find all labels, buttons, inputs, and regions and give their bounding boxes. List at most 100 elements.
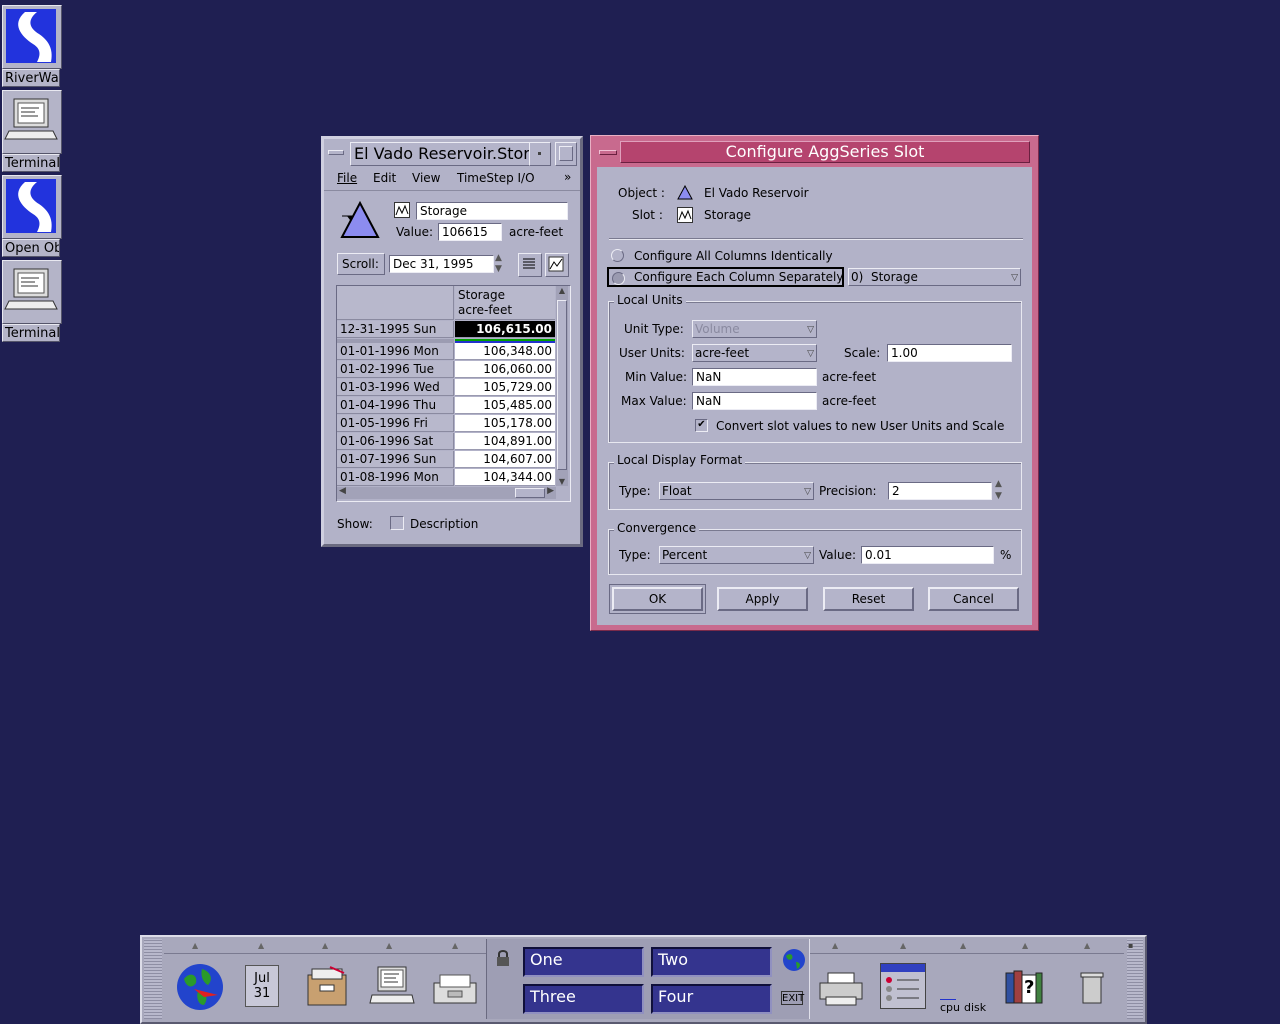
- row-value[interactable]: 104,344.00: [455, 469, 555, 486]
- menu-edit[interactable]: Edit: [373, 171, 396, 185]
- convergence-type-dropdown[interactable]: Percent ▽: [659, 546, 814, 564]
- row-value[interactable]: 104,891.00: [455, 433, 555, 450]
- dialog-window-menu-button[interactable]: [596, 141, 618, 163]
- subpanel-arrow-icon[interactable]: ▲: [960, 941, 966, 950]
- desktop-icon-terminal[interactable]: Terminal: [2, 90, 62, 174]
- subpanel-arrow-icon[interactable]: ▲: [258, 941, 264, 950]
- table-row[interactable]: 01-06-1996 Sat 104,891.00: [337, 433, 555, 451]
- max-value-field[interactable]: NaN: [692, 392, 817, 410]
- trash-icon[interactable]: [1080, 971, 1104, 1008]
- date-spinner[interactable]: ▲ ▼: [495, 253, 509, 277]
- radio-configure-all[interactable]: [611, 249, 624, 262]
- vertical-scroll-thumb[interactable]: [557, 300, 567, 470]
- file-manager-icon[interactable]: [304, 963, 350, 1012]
- convergence-value-field[interactable]: 0.01: [861, 546, 994, 564]
- row-value[interactable]: 106,348.00: [455, 343, 555, 360]
- precision-field[interactable]: 2: [888, 482, 992, 500]
- scroll-date-field[interactable]: Dec 31, 1995: [389, 255, 494, 273]
- reset-button[interactable]: Reset: [823, 587, 914, 611]
- workspace-three-button[interactable]: Three: [523, 984, 644, 1014]
- lock-icon[interactable]: [495, 949, 511, 970]
- terminal-icon[interactable]: [368, 963, 416, 1012]
- desktop-icon-terminal[interactable]: Terminal: [2, 260, 62, 344]
- panel-right-handle[interactable]: [1127, 939, 1143, 1019]
- menu-timestep-io[interactable]: TimeStep I/O: [457, 171, 535, 185]
- row-value[interactable]: 105,485.00: [455, 397, 555, 414]
- dialog-title: Configure AggSeries Slot: [725, 142, 925, 161]
- panel-left-handle[interactable]: [144, 939, 162, 1019]
- table-row[interactable]: 01-07-1996 Sun 104,607.00: [337, 451, 555, 469]
- dropdown-arrow-icon: ▽: [807, 349, 814, 359]
- menu-view[interactable]: View: [412, 171, 440, 185]
- apply-button[interactable]: Apply: [717, 587, 808, 611]
- workspace-one-button[interactable]: One: [523, 947, 644, 977]
- calendar-icon[interactable]: Jul 31: [245, 965, 279, 1007]
- description-checkbox[interactable]: [390, 516, 404, 530]
- row-value[interactable]: 104,607.00: [455, 451, 555, 468]
- convert-label: Convert slot values to new User Units an…: [716, 419, 1005, 433]
- minimize-button[interactable]: [529, 142, 551, 166]
- horizontal-scrollbar[interactable]: ◀ ▶: [337, 486, 556, 499]
- horizontal-scroll-thumb[interactable]: [515, 488, 545, 498]
- cancel-button[interactable]: Cancel: [928, 587, 1019, 611]
- subpanel-arrow-icon[interactable]: ▲: [900, 941, 906, 950]
- menu-file[interactable]: File: [337, 171, 357, 185]
- radio-configure-each[interactable]: [612, 272, 625, 285]
- format-type-dropdown[interactable]: Float ▽: [659, 482, 814, 500]
- subpanel-arrow-icon[interactable]: ▲: [192, 941, 198, 950]
- globe-small-icon[interactable]: [781, 947, 807, 976]
- row-value[interactable]: 105,178.00: [455, 415, 555, 432]
- window-menu-button[interactable]: [326, 142, 348, 164]
- unit-type-dropdown[interactable]: Volume ▽: [692, 320, 817, 338]
- mail-icon[interactable]: [430, 969, 480, 1012]
- column-select-dropdown[interactable]: 0) Storage ▽: [848, 268, 1021, 286]
- subpanel-arrow-icon[interactable]: ▲: [452, 941, 458, 950]
- plot-view-button[interactable]: [545, 253, 569, 277]
- subpanel-arrow-icon[interactable]: ▲: [832, 941, 838, 950]
- table-view-button[interactable]: [518, 253, 542, 277]
- slot-name-field[interactable]: Storage: [416, 202, 568, 220]
- table-row-initial[interactable]: 12-31-1995 Sun 106,615.00: [337, 321, 555, 339]
- min-value-field[interactable]: NaN: [692, 368, 817, 386]
- row-value-selected[interactable]: 106,615.00: [455, 321, 555, 338]
- help-manager-icon[interactable]: ?: [1004, 967, 1044, 1007]
- row-date: 01-05-1996 Fri: [337, 415, 454, 432]
- printer-icon[interactable]: [818, 971, 864, 1010]
- globe-icon[interactable]: [174, 961, 226, 1016]
- object-value: El Vado Reservoir: [704, 186, 809, 200]
- subpanel-arrow-icon[interactable]: ▲: [1084, 941, 1090, 950]
- precision-spinner[interactable]: ▲ ▼: [995, 478, 1009, 504]
- value-field[interactable]: 106615: [438, 223, 502, 241]
- row-value[interactable]: 105,729.00: [455, 379, 555, 396]
- table-row[interactable]: 01-05-1996 Fri 105,178.00: [337, 415, 555, 433]
- desktop-icon-riverware[interactable]: RiverWare: [2, 5, 62, 89]
- dialog-title-bar[interactable]: Configure AggSeries Slot: [620, 141, 1030, 163]
- convert-checkbox[interactable]: ✔: [695, 419, 708, 432]
- table-row[interactable]: 01-03-1996 Wed 105,729.00: [337, 379, 555, 397]
- window-title-bar[interactable]: El Vado Reservoir.Storage: [350, 142, 550, 166]
- column-header[interactable]: Storage acre-feet: [455, 286, 555, 320]
- row-date: 12-31-1995 Sun: [337, 321, 454, 338]
- ok-button[interactable]: OK: [612, 587, 703, 611]
- user-units-dropdown[interactable]: acre-feet ▽: [692, 344, 817, 362]
- subpanel-arrow-icon[interactable]: ▲: [386, 941, 392, 950]
- exit-button[interactable]: EXIT: [781, 991, 804, 1005]
- slot-label: Slot :: [632, 208, 663, 222]
- subpanel-arrow-icon[interactable]: ▲: [1022, 941, 1028, 950]
- workspace-two-button[interactable]: Two: [651, 947, 772, 977]
- table-row[interactable]: 01-01-1996 Mon 106,348.00: [337, 343, 555, 361]
- workspace-four-button[interactable]: Four: [651, 984, 772, 1014]
- scale-field[interactable]: 1.00: [887, 344, 1012, 362]
- table-row[interactable]: 01-08-1996 Mon 104,344.00: [337, 469, 555, 487]
- configure-each-focus-box[interactable]: Configure Each Column Separately: [607, 267, 844, 287]
- panel-minimize-icon[interactable]: ▪: [1128, 941, 1138, 951]
- style-manager-icon[interactable]: [880, 963, 926, 1009]
- subpanel-arrow-icon[interactable]: ▲: [322, 941, 328, 950]
- desktop-icon-open-object[interactable]: Open Object: [2, 175, 62, 259]
- maximize-button[interactable]: [555, 142, 577, 166]
- vertical-scrollbar[interactable]: ▲ ▼: [556, 286, 568, 486]
- table-row[interactable]: 01-04-1996 Thu 105,485.00: [337, 397, 555, 415]
- row-value[interactable]: 106,060.00: [455, 361, 555, 378]
- table-row[interactable]: 01-02-1996 Tue 106,060.00: [337, 361, 555, 379]
- menu-overflow[interactable]: »: [564, 170, 571, 184]
